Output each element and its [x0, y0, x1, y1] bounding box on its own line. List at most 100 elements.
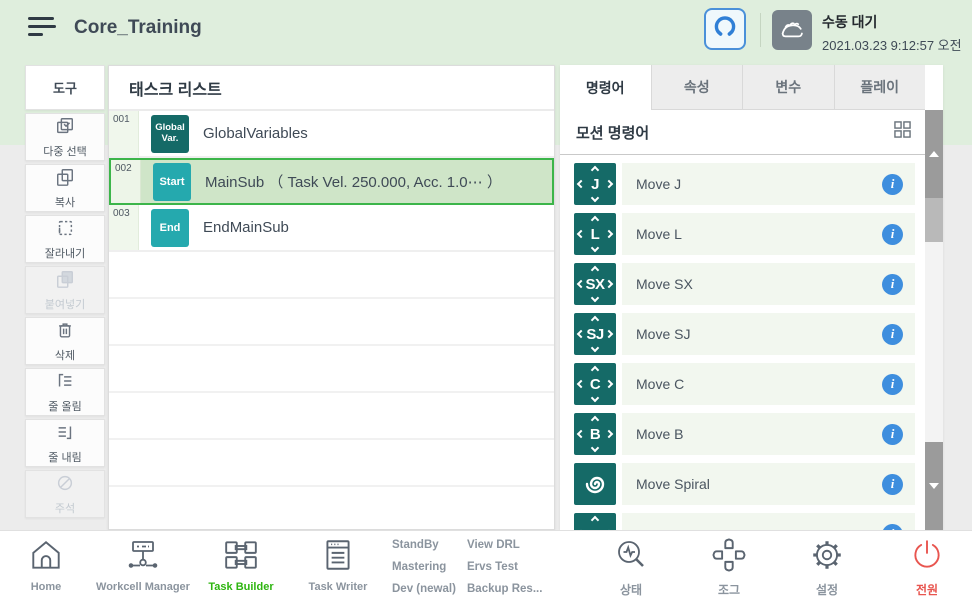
- paste-icon: [55, 269, 75, 294]
- command-label: Move Spiral: [636, 476, 710, 492]
- comment-icon: [55, 473, 75, 498]
- info-icon[interactable]: i: [882, 274, 903, 295]
- task-builder-icon: [223, 537, 259, 578]
- nav-task-builder[interactable]: Task Builder: [206, 537, 276, 593]
- line-down-icon: [55, 422, 75, 447]
- topbar-divider: [760, 13, 761, 47]
- move-sx-icon: SX: [574, 263, 616, 305]
- info-icon[interactable]: i: [882, 224, 903, 245]
- paste-label: 붙여넣기: [45, 296, 85, 312]
- link-ervs-test[interactable]: Ervs Test: [467, 561, 542, 573]
- comment-button[interactable]: 주석: [25, 470, 105, 518]
- grid-view-icon[interactable]: [894, 121, 911, 143]
- command-label: Move J: [636, 176, 681, 192]
- command-move-sx[interactable]: SX Move SX i: [574, 263, 915, 305]
- task-writer-icon: [320, 537, 356, 578]
- cut-button[interactable]: 잘라내기: [25, 215, 105, 263]
- down-arrow-icon: [929, 483, 939, 489]
- scrollbar-track[interactable]: [925, 242, 943, 442]
- move-spiral-icon: [574, 463, 616, 505]
- scrollbar-thumb[interactable]: [925, 198, 943, 242]
- delete-icon: [55, 320, 75, 345]
- move-sj-icon: SJ: [574, 313, 616, 355]
- command-partial[interactable]: i: [574, 513, 915, 530]
- hamburger-menu-icon[interactable]: [28, 17, 58, 43]
- info-icon[interactable]: i: [882, 374, 903, 395]
- scroll-up-button[interactable]: [925, 110, 943, 198]
- servo-reset-button[interactable]: [704, 8, 746, 50]
- topbar: Core_Training 수동 대기 2021.03.23 9:12:57 오…: [0, 0, 972, 60]
- bottom-navigation: Home Workcell Manager Task Builder Task …: [0, 530, 972, 603]
- nav-power[interactable]: 전원: [900, 537, 954, 598]
- copy-label: 복사: [55, 194, 75, 210]
- end-badge: End: [151, 209, 189, 247]
- link-backup-res[interactable]: Backup Res...: [467, 583, 542, 595]
- task-row-global-variables[interactable]: 001 Global Var. GlobalVariables: [109, 111, 554, 158]
- nav-workcell-manager[interactable]: Workcell Manager: [94, 537, 192, 593]
- quick-links-column-2: View DRL Ervs Test Backup Res...: [467, 539, 542, 595]
- task-row-label: EndMainSub: [203, 219, 289, 236]
- tab-variables[interactable]: 변수: [743, 65, 835, 110]
- start-badge: Start: [153, 163, 191, 201]
- task-row-label: GlobalVariables: [203, 125, 308, 142]
- link-mastering[interactable]: Mastering: [392, 561, 456, 573]
- motion-commands-title: 모션 명령어: [576, 122, 649, 143]
- nav-task-writer[interactable]: Task Writer: [300, 537, 376, 593]
- nav-status[interactable]: 상태: [602, 537, 660, 598]
- link-dev-newal[interactable]: Dev (newal): [392, 583, 456, 595]
- nav-settings[interactable]: 설정: [800, 537, 854, 598]
- line-up-button[interactable]: 줄 올림: [25, 368, 105, 416]
- info-icon[interactable]: i: [882, 424, 903, 445]
- task-row-label: MainSub （ Task Vel. 250.000, Acc. 1.0⋯ ）: [205, 171, 502, 192]
- command-move-b[interactable]: B Move B i: [574, 413, 915, 455]
- task-row-mainsub[interactable]: 002 Start MainSub （ Task Vel. 250.000, A…: [109, 158, 554, 205]
- paste-button[interactable]: 붙여넣기: [25, 266, 105, 314]
- info-icon[interactable]: i: [882, 324, 903, 345]
- quick-links-column-1: StandBy Mastering Dev (newal): [392, 539, 456, 595]
- status-datetime: 2021.03.23 9:12:57 오전: [822, 35, 962, 54]
- cut-icon: [55, 218, 75, 243]
- tab-properties[interactable]: 속성: [652, 65, 744, 110]
- move-l-icon: L: [574, 213, 616, 255]
- command-label: Move L: [636, 226, 682, 242]
- delete-label: 삭제: [55, 347, 75, 363]
- gear-icon: [809, 537, 845, 578]
- workcell-manager-icon: [123, 537, 163, 578]
- info-icon[interactable]: i: [882, 174, 903, 195]
- tools-header: 도구: [25, 65, 105, 110]
- command-move-sj[interactable]: SJ Move SJ i: [574, 313, 915, 355]
- scroll-down-button[interactable]: [925, 442, 943, 530]
- command-move-j[interactable]: J Move J i: [574, 163, 915, 205]
- nav-home[interactable]: Home: [18, 537, 74, 593]
- link-standby[interactable]: StandBy: [392, 539, 456, 551]
- global-var-badge: Global Var.: [151, 115, 189, 153]
- tab-play[interactable]: 플레이: [835, 65, 926, 110]
- jog-dpad-icon: [711, 537, 747, 578]
- empty-task-row: [109, 346, 554, 393]
- row-number: 003: [109, 205, 139, 250]
- command-move-spiral[interactable]: Move Spiral i: [574, 463, 915, 505]
- empty-task-row: [109, 393, 554, 440]
- command-move-c[interactable]: C Move C i: [574, 363, 915, 405]
- robot-mode-status: 수동 대기: [822, 12, 962, 32]
- copy-icon: [55, 167, 75, 192]
- multi-select-button[interactable]: 다중 선택: [25, 113, 105, 161]
- nav-jog[interactable]: 조그: [702, 537, 756, 598]
- command-list-scrollbar[interactable]: [925, 110, 943, 530]
- tab-commands[interactable]: 명령어: [560, 65, 652, 110]
- info-icon[interactable]: i: [882, 474, 903, 495]
- copy-button[interactable]: 복사: [25, 164, 105, 212]
- manual-mode-icon[interactable]: [772, 10, 812, 50]
- task-row-endmainsub[interactable]: 003 End EndMainSub: [109, 205, 554, 252]
- tools-sidebar: 도구 다중 선택 복사 잘라내기 붙여넣기 삭제 줄 올림: [25, 65, 105, 521]
- command-icon: [574, 513, 616, 530]
- delete-button[interactable]: 삭제: [25, 317, 105, 365]
- line-down-button[interactable]: 줄 내림: [25, 419, 105, 467]
- multi-select-icon: [55, 116, 75, 141]
- link-view-drl[interactable]: View DRL: [467, 539, 542, 551]
- command-move-l[interactable]: L Move L i: [574, 213, 915, 255]
- up-arrow-icon: [929, 151, 939, 157]
- command-label: Move B: [636, 426, 683, 442]
- command-panel-tabs: 명령어 속성 변수 플레이: [560, 65, 925, 110]
- command-panel: 명령어 속성 변수 플레이 모션 명령어 J Move J i: [560, 65, 943, 530]
